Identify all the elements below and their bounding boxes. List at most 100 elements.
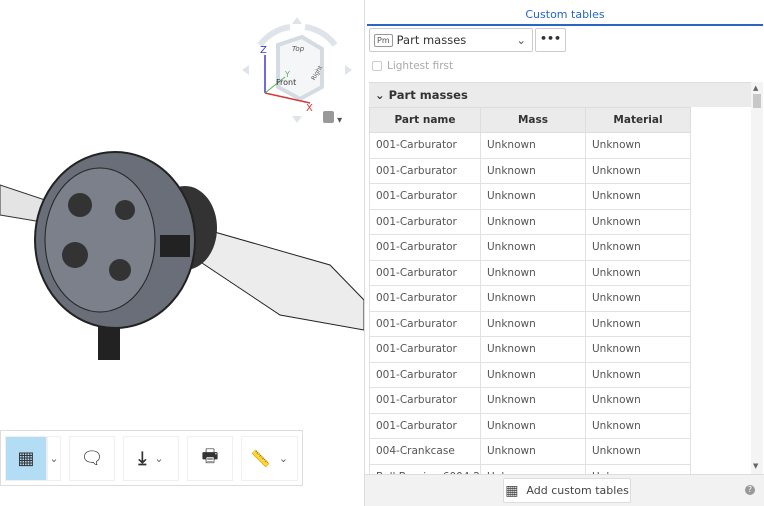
table-cell: Unknown — [480, 412, 586, 439]
table-cell: Unknown — [585, 234, 691, 261]
table-cell: Unknown — [585, 259, 691, 286]
face-front[interactable]: Front — [276, 78, 296, 87]
part-masses-table: Part name Mass Material 001-Carburator Unkno… — [369, 107, 751, 474]
face-top[interactable]: Top — [292, 45, 305, 53]
column-header[interactable]: Part name — [369, 107, 481, 133]
checkbox-box[interactable] — [372, 61, 382, 71]
table-row[interactable]: 001-Carburator Unknown Unknown — [369, 412, 691, 439]
dropdown-value: Part masses — [396, 33, 467, 47]
custom-table-icon: ▦ — [17, 448, 35, 469]
table-cell: Unknown — [480, 259, 586, 286]
table-row[interactable]: 001-Carburator Unknown Unknown — [369, 336, 691, 363]
custom-table-dropdown[interactable]: ⌄ — [47, 436, 61, 481]
table-cell: Unknown — [585, 285, 691, 312]
table-row[interactable]: 001-Carburator Unknown Unknown — [369, 310, 691, 337]
table-cell: Unknown — [480, 285, 586, 312]
propeller-blade-right — [189, 224, 364, 331]
table-row[interactable]: 001-Carburator Unknown Unknown — [369, 157, 691, 184]
table-row[interactable]: 001-Carburator Unknown Unknown — [369, 259, 691, 286]
table-cell: Unknown — [480, 183, 586, 210]
table-cell: 001-Carburator — [369, 361, 481, 388]
axis-x: X — [306, 103, 313, 114]
table-cell: Unknown — [480, 387, 586, 414]
add-table-icon: ▦ — [505, 482, 519, 499]
table-row[interactable]: 001-Carburator Unknown Unknown — [369, 285, 691, 312]
table-cell: Unknown — [585, 361, 691, 388]
table-row[interactable]: 001-Carburator Unknown Unknown — [369, 132, 691, 159]
table-cell: 001-Carburator — [369, 310, 481, 337]
custom-tables-panel: Custom tables Pm Part masses ⌄ ••• Light… — [364, 0, 764, 506]
checkbox-label: Lightest first — [387, 60, 454, 72]
3d-viewport[interactable]: Z X Y Top Front Right ▾ ▦ ⌄ 🗨 ⤓ ⌄ 🖶 📏 ⌄ — [0, 0, 364, 506]
download-button[interactable]: ⤓ ⌄ — [123, 436, 179, 481]
table-cell: Unknown — [585, 438, 691, 465]
table-cell: Unknown — [585, 310, 691, 337]
table-select-dropdown[interactable]: Pm Part masses ⌄ — [369, 28, 533, 52]
table-row[interactable]: 004-Crankcase Unknown Unknown — [369, 438, 691, 465]
custom-table-button[interactable]: ▦ — [5, 436, 47, 481]
more-options-button[interactable]: ••• — [535, 28, 566, 52]
lightest-first-checkbox[interactable]: Lightest first — [372, 60, 453, 72]
table-cell: 001-Carburator — [369, 208, 481, 235]
table-cell: Unknown — [480, 310, 586, 337]
measure-button[interactable]: 📏 ⌄ — [241, 436, 298, 481]
comment-button[interactable]: 🗨 — [69, 436, 115, 481]
table-row[interactable]: 001-Carburator Unknown Unknown — [369, 361, 691, 388]
table-row[interactable]: 001-Carburator Unknown Unknown — [369, 208, 691, 235]
table-cell: 001-Carburator — [369, 336, 481, 363]
table-cell: Unknown — [585, 132, 691, 159]
bottom-toolbar: ▦ ⌄ 🗨 ⤓ ⌄ 🖶 📏 ⌄ — [0, 430, 303, 486]
table-cell: Unknown — [585, 463, 691, 474]
add-button-label: Add custom tables — [526, 484, 629, 497]
column-header[interactable]: Material — [585, 107, 691, 133]
view-options-button[interactable]: ▾ — [323, 111, 342, 126]
measure-tape-icon: 📏 — [250, 449, 271, 468]
print-icon: 🖶 — [201, 445, 219, 467]
table-cell: Unknown — [480, 361, 586, 388]
table-cell: Ball Bearing 6004-2 — [369, 463, 481, 474]
table-cell: Unknown — [585, 208, 691, 235]
table-cell: 001-Carburator — [369, 234, 481, 261]
panel-title-tab[interactable]: Custom tables — [367, 0, 763, 26]
table-cell: 001-Carburator — [369, 132, 481, 159]
table-cell: 001-Carburator — [369, 183, 481, 210]
table-cell: 001-Carburator — [369, 412, 481, 439]
section-title: Part masses — [388, 88, 468, 102]
table-cell: Unknown — [585, 183, 691, 210]
table-cell: Unknown — [480, 336, 586, 363]
table-cell: 001-Carburator — [369, 157, 481, 184]
scrollbar[interactable]: ▲ ▼ — [751, 82, 763, 474]
view-cube[interactable]: Z X Y Top Front Right — [240, 15, 355, 125]
section-header[interactable]: ⌄ Part masses — [369, 82, 751, 107]
table-cell: Unknown — [585, 336, 691, 363]
table-cell: Unknown — [480, 157, 586, 184]
table-cell: Unknown — [480, 234, 586, 261]
table-cell: 001-Carburator — [369, 387, 481, 414]
chevron-down-icon: ⌄ — [375, 88, 385, 102]
table-cell: Unknown — [480, 208, 586, 235]
chevron-down-icon: ⌄ — [516, 33, 526, 47]
help-icon[interactable]: ? — [745, 485, 755, 495]
table-cell: 004-Crankcase — [369, 438, 481, 465]
table-cell: Unknown — [585, 387, 691, 414]
table-cell: Unknown — [480, 463, 586, 474]
table-row[interactable]: 001-Carburator Unknown Unknown — [369, 387, 691, 414]
crankcase-face — [44, 167, 156, 313]
table-cell: Unknown — [585, 412, 691, 439]
table-cell: Unknown — [480, 438, 586, 465]
add-custom-tables-button[interactable]: ▦ Add custom tables — [503, 478, 631, 503]
panel-footer: ▦ Add custom tables ? — [365, 474, 764, 506]
table-row[interactable]: 001-Carburator Unknown Unknown — [369, 183, 691, 210]
table-cell: Unknown — [585, 157, 691, 184]
table-row[interactable]: Ball Bearing 6004-2UnknownUnknown — [369, 463, 691, 474]
print-button[interactable]: 🖶 — [187, 436, 233, 481]
download-icon: ⤓ — [138, 448, 147, 469]
table-cell: 001-Carburator — [369, 285, 481, 312]
comment-icon: 🗨 — [80, 448, 104, 469]
table-type-icon: Pm — [374, 33, 393, 47]
axis-z: Z — [260, 45, 267, 56]
table-cell: Unknown — [480, 132, 586, 159]
column-header[interactable]: Mass — [480, 107, 586, 133]
table-row[interactable]: 001-Carburator Unknown Unknown — [369, 234, 691, 261]
table-cell: 001-Carburator — [369, 259, 481, 286]
